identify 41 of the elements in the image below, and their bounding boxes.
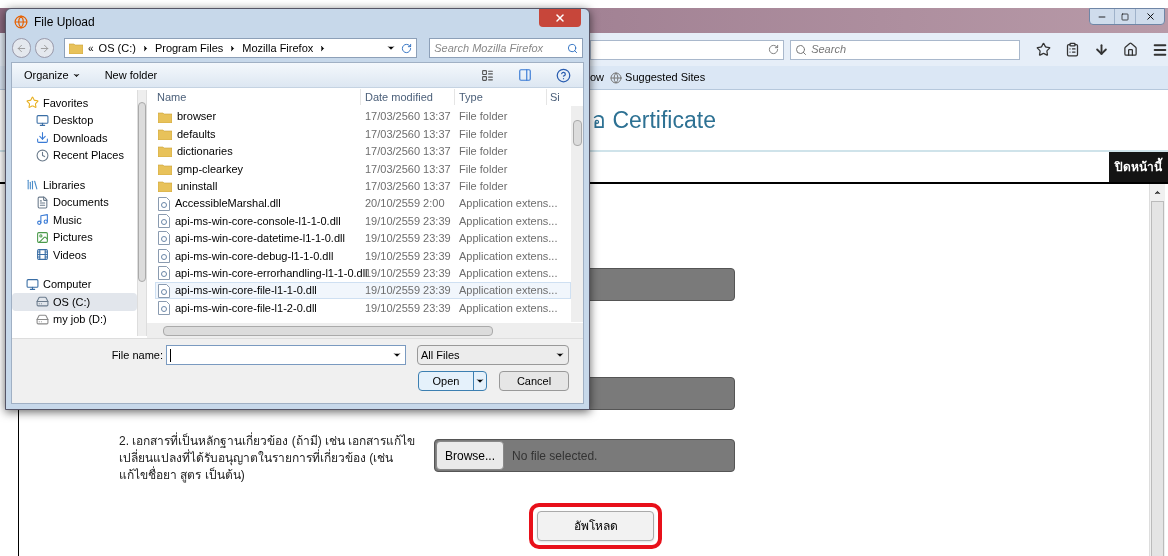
date-modified: 17/03/2560 13:37: [364, 179, 452, 194]
file-status: No file selected.: [512, 447, 598, 465]
file-name: api-ms-win-core-datetime-l1-1-0.dll: [175, 231, 345, 247]
file-type: File folder: [458, 161, 508, 177]
file-name: api-ms-win-core-errorhandling-l1-1-0.dll: [175, 265, 368, 281]
page-heading: อ Certificate: [592, 105, 716, 135]
file-type: Application extens...: [458, 265, 558, 281]
date-modified: 19/10/2559 23:39: [364, 231, 452, 247]
file-name: gmp-clearkey: [177, 161, 244, 177]
date-modified: 19/10/2559 23:39: [364, 283, 452, 299]
date-modified: 17/03/2560 13:37: [364, 109, 452, 125]
file-type: Application extens...: [458, 196, 558, 212]
date-modified: 19/10/2559 23:39: [364, 300, 452, 316]
file-name: api-ms-win-core-file-l1-1-0.dll: [175, 283, 317, 299]
file-type: Application extens...: [458, 283, 558, 299]
file-type: Application extens...: [458, 300, 558, 316]
file-name-label: File name:: [111, 347, 163, 363]
file-name: api-ms-win-core-debug-l1-1-0.dll: [175, 248, 334, 264]
file-type: File folder: [458, 109, 508, 125]
file-type: File folder: [458, 144, 508, 160]
file-name: uninstall: [177, 179, 218, 194]
file-type: File folder: [458, 126, 508, 142]
file-type: Application extens...: [458, 213, 558, 229]
date-modified: 17/03/2560 13:37: [364, 161, 452, 177]
file-name: AccessibleMarshal.dll: [175, 196, 281, 212]
file-name: api-ms-win-core-file-l1-2-0.dll: [175, 300, 317, 316]
file-name: dictionaries: [177, 144, 233, 160]
file-name: defaults: [177, 126, 216, 142]
file-name: api-ms-win-core-console-l1-1-0.dll: [175, 213, 341, 229]
file-name: browser: [177, 109, 217, 125]
file-type: File folder: [458, 179, 508, 194]
date-modified: 19/10/2559 23:39: [364, 213, 452, 229]
date-modified: 20/10/2559 2:00: [364, 196, 446, 212]
date-modified: 17/03/2560 13:37: [364, 126, 452, 142]
dialog-title: File Upload: [34, 13, 95, 31]
field-label: 2. เอกสารที่เป็นหลักฐานเกี่ยวข้อง (ถ้ามี) เช่น เอกสารแก้ไขเปลี่ยนแปลงที่ได้รับอนุญาตในรายการที่เกี่ยวข้อง (เช่น แก้ไขชื่อยา สูตร เป็นต้น): [119, 433, 417, 484]
file-type: Application extens...: [458, 231, 558, 247]
overflow-icon: «: [88, 40, 94, 56]
date-modified: 17/03/2560 13:37: [364, 144, 452, 160]
file-type: Application extens...: [458, 248, 558, 264]
date-modified: 19/10/2559 23:39: [364, 248, 452, 264]
